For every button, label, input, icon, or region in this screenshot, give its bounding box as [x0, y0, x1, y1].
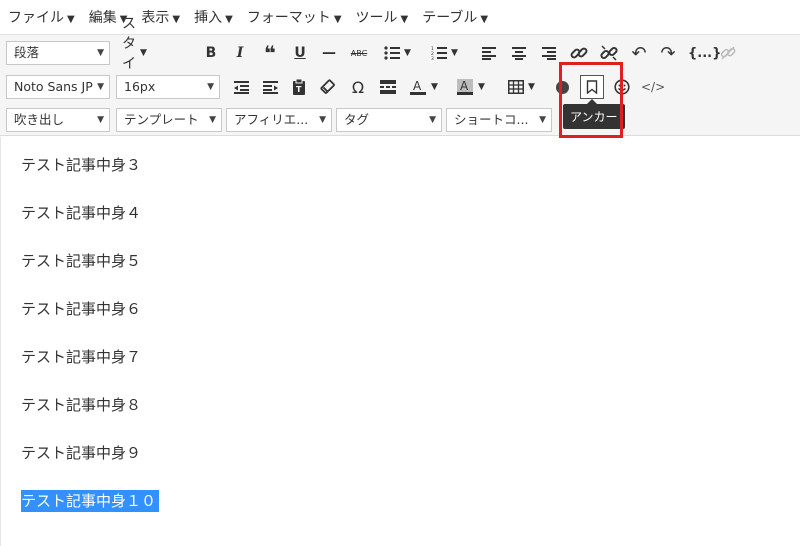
- italic-icon[interactable]: I: [229, 41, 251, 65]
- shortcode-select[interactable]: ショートコ... ▼: [446, 108, 552, 132]
- menu-view[interactable]: 表示 ▼: [141, 7, 180, 27]
- emoticon-icon[interactable]: [611, 75, 633, 99]
- style-dropdown[interactable]: スタイル▼: [122, 16, 147, 92]
- menu-insert[interactable]: 挿入 ▼: [194, 7, 233, 27]
- anchor-tooltip: アンカー: [563, 99, 625, 129]
- svg-text:3: 3: [431, 56, 434, 60]
- speech-bubble-select[interactable]: 吹き出し ▼: [6, 108, 110, 132]
- menu-format[interactable]: フォーマット ▼: [247, 7, 342, 27]
- strikethrough-icon[interactable]: ABC: [348, 41, 370, 65]
- paragraph[interactable]: テスト記事中身９: [21, 442, 141, 464]
- unlink-icon[interactable]: [598, 41, 620, 65]
- anchor-icon[interactable]: [580, 75, 604, 99]
- indent-icon[interactable]: [259, 75, 281, 99]
- clear-format-icon[interactable]: [317, 75, 339, 99]
- redo-icon[interactable]: ↷: [657, 41, 679, 65]
- link-icon[interactable]: [568, 41, 590, 65]
- selected-paragraph[interactable]: テスト記事中身１０: [21, 490, 160, 512]
- paragraph[interactable]: テスト記事中身６: [21, 298, 141, 320]
- paste-text-icon[interactable]: T: [288, 75, 310, 99]
- paragraph[interactable]: テスト記事中身７: [21, 346, 141, 368]
- table-icon[interactable]: ▼: [508, 75, 535, 99]
- page-break-icon[interactable]: [377, 75, 399, 99]
- font-family-select[interactable]: Noto Sans JP ▼: [6, 75, 110, 99]
- align-center-icon[interactable]: [508, 41, 530, 65]
- special-char-icon[interactable]: Ω: [347, 75, 369, 99]
- menu-bar: ファイル ▼ 編集 ▼ 表示 ▼ 挿入 ▼ フォーマット ▼ ツール ▼ テーブル ▼: [0, 0, 800, 34]
- bold-icon[interactable]: B: [200, 41, 222, 65]
- underline-icon[interactable]: U: [289, 41, 311, 65]
- text-color-icon[interactable]: A ▼: [409, 75, 438, 99]
- format-select[interactable]: 段落 ▼: [6, 41, 110, 65]
- affiliate-select[interactable]: アフィリエ... ▼: [226, 108, 332, 132]
- menu-table[interactable]: テーブル ▼: [422, 7, 488, 27]
- editor-content[interactable]: テスト記事中身３ テスト記事中身４ テスト記事中身５ テスト記事中身６ テスト記…: [0, 137, 800, 546]
- font-size-select[interactable]: 16px ▼: [116, 75, 220, 99]
- svg-text:A: A: [460, 79, 469, 93]
- menu-tools[interactable]: ツール ▼: [356, 7, 409, 27]
- tag-select[interactable]: タグ ▼: [336, 108, 442, 132]
- paragraph[interactable]: テスト記事中身４: [21, 202, 141, 224]
- paragraph[interactable]: テスト記事中身３: [21, 154, 141, 176]
- background-color-icon[interactable]: A ▼: [456, 75, 485, 99]
- horizontal-rule-icon[interactable]: —: [318, 41, 340, 65]
- editor-toolbar: 段落▼ スタイル▼ B I ❝ U — ABC ▼ 123▼ ↶: [0, 16, 800, 136]
- disabled-link-icon: [717, 41, 739, 65]
- align-right-icon[interactable]: [538, 41, 560, 65]
- menu-file[interactable]: ファイル ▼: [8, 7, 75, 27]
- source-code-icon[interactable]: </>: [641, 75, 665, 99]
- paragraph[interactable]: テスト記事中身５: [21, 250, 141, 272]
- outdent-icon[interactable]: [230, 75, 252, 99]
- align-left-icon[interactable]: [478, 41, 500, 65]
- svg-text:A: A: [413, 79, 422, 93]
- paragraph[interactable]: テスト記事中身８: [21, 394, 141, 416]
- svg-text:T: T: [296, 85, 302, 94]
- template-select[interactable]: テンプレート ▼: [116, 108, 222, 132]
- undo-icon[interactable]: ↶: [628, 41, 650, 65]
- numbered-list-icon[interactable]: 1 2 3 ▼: [431, 41, 458, 65]
- bullet-list-icon[interactable]: ▼: [384, 41, 411, 65]
- blockquote-icon[interactable]: ❝: [259, 41, 281, 65]
- media-icon[interactable]: [551, 75, 573, 99]
